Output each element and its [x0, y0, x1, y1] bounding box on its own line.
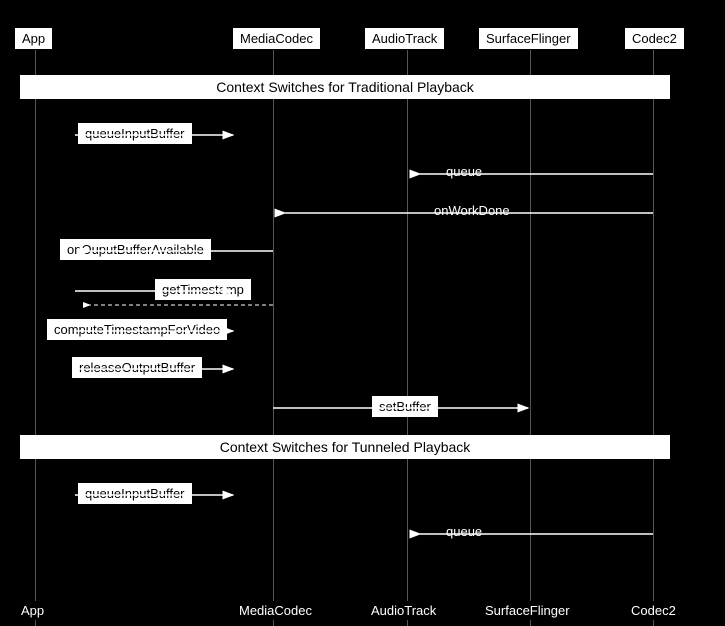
mediacodec-top-label: MediaCodec: [233, 28, 320, 49]
traditional-section-bar: Context Switches for Traditional Playbac…: [20, 75, 670, 99]
codec2-top-label: Codec2: [625, 28, 684, 49]
setBuffer-label: setBuffer: [372, 396, 438, 417]
surfaceflinger-top-label: SurfaceFlinger: [479, 28, 578, 49]
diagram: App MediaCodec AudioTrack SurfaceFlinger…: [0, 0, 725, 626]
releaseOutputBuffer-label: releaseOutputBuffer: [72, 357, 202, 378]
lifeline-surfaceflinger: [530, 50, 531, 626]
surfaceflinger-bottom-label: SurfaceFlinger: [479, 601, 576, 620]
onWorkDone-label: onWorkDone: [428, 201, 516, 220]
mediacodec-bottom-label: MediaCodec: [233, 601, 318, 620]
lifeline-app: [35, 50, 36, 626]
audiotrack-bottom-label: AudioTrack: [365, 601, 442, 620]
lifeline-audiotrack: [407, 50, 408, 626]
codec2-bottom-label: Codec2: [625, 601, 682, 620]
queue-2-label: queue: [440, 522, 488, 541]
lifeline-mediacodec: [273, 50, 274, 626]
audiotrack-top-label: AudioTrack: [365, 28, 444, 49]
queueInputBuffer-2-label: queueInputBuffer: [78, 483, 192, 504]
tunneled-section-bar: Context Switches for Tunneled Playback: [20, 435, 670, 459]
onOuputBufferAvailable-label: onOuputBufferAvailable: [60, 239, 211, 260]
computeTimestampForVideo-label: computeTimestampForVideo: [47, 319, 227, 340]
getTimestamp-label: getTimestamp: [155, 279, 251, 300]
queueInputBuffer-1-label: queueInputBuffer: [78, 123, 192, 144]
queue-1-label: queue: [440, 162, 488, 181]
app-top-label: App: [15, 28, 52, 49]
lifeline-codec2: [653, 50, 654, 626]
app-bottom-label: App: [15, 601, 50, 620]
